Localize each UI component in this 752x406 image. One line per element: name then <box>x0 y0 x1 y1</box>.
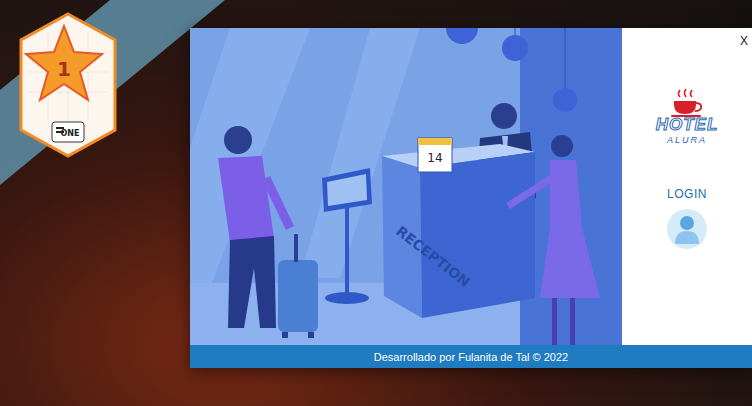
hotel-logo: HOTELALURA <box>656 88 719 145</box>
login-label: LOGIN <box>667 187 707 201</box>
login-button[interactable] <box>667 209 707 249</box>
background-art: 1 ONE RECEPTION 14 X HOTELALURA LOGIN Desarroll… <box>0 0 752 406</box>
login-window: RECEPTION 14 X HOTELALURA LOGIN Desarrollado … <box>190 28 752 368</box>
user-icon <box>673 213 701 245</box>
logo-title: HOTEL <box>656 116 719 135</box>
logo-subtitle: ALURA <box>667 135 707 146</box>
svg-text:RECEPTION: RECEPTION <box>393 223 473 290</box>
footer: Desarrollado por Fulanita de Tal © 2022 <box>190 345 752 368</box>
svg-text:ONE: ONE <box>61 129 80 138</box>
svg-text:14: 14 <box>427 151 442 165</box>
badge-icon: 1 ONE <box>18 12 118 158</box>
coffee-cup-icon <box>670 88 704 118</box>
window-body: RECEPTION 14 X HOTELALURA LOGIN <box>190 28 752 345</box>
login-panel: X HOTELALURA LOGIN <box>622 28 752 345</box>
svg-text:1: 1 <box>57 57 71 81</box>
close-button[interactable]: X <box>736 32 748 50</box>
reception-illustration-icon: RECEPTION 14 <box>190 28 622 345</box>
